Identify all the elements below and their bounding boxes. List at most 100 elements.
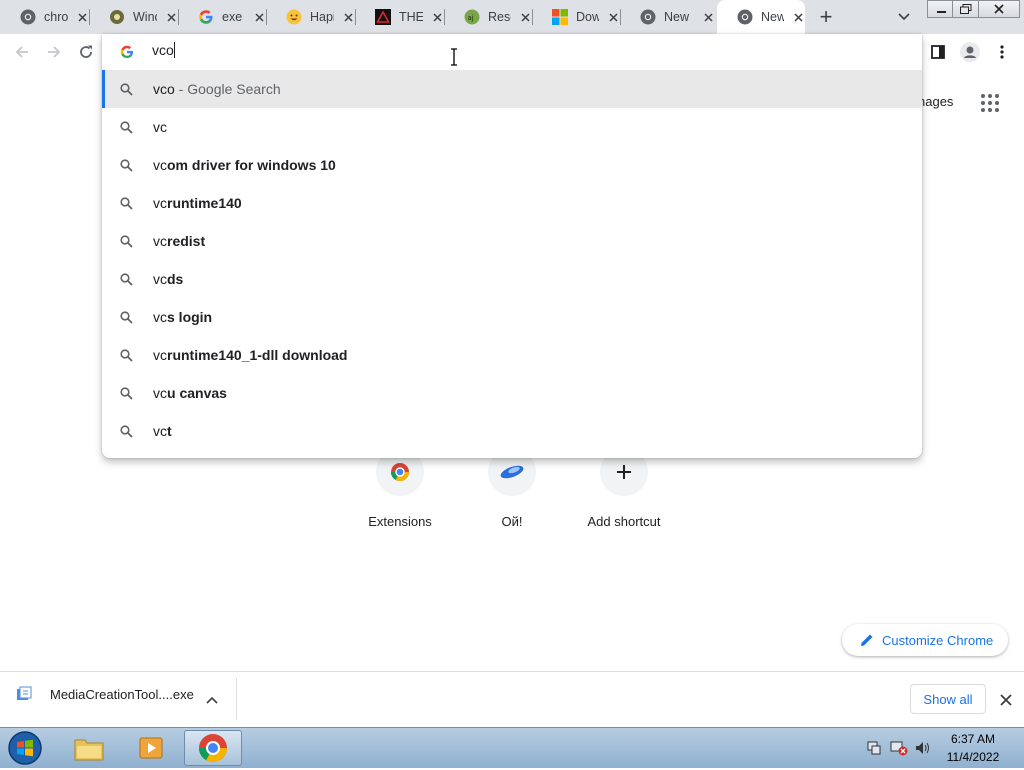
- text-caret: [173, 42, 175, 58]
- tab-title: New: [761, 10, 784, 24]
- clock-time[interactable]: 6:37 AM: [942, 732, 1004, 746]
- download-options-button[interactable]: [204, 692, 220, 708]
- add-shortcut-button[interactable]: Add shortcut: [574, 448, 674, 529]
- tab-separator: [532, 9, 533, 25]
- suggestion-row[interactable]: vcruntime140: [102, 184, 922, 222]
- tab-separator: [89, 9, 90, 25]
- tab-0[interactable]: chro: [0, 0, 89, 34]
- suggestion-row[interactable]: vcruntime140_1-dll download: [102, 336, 922, 374]
- download-shelf: MediaCreationTool....exe Show all: [0, 671, 1024, 728]
- shortcut-oi[interactable]: Ой!: [462, 448, 562, 529]
- close-tab-button[interactable]: [519, 9, 532, 25]
- pencil-icon: [861, 634, 873, 646]
- search-icon: [118, 81, 134, 97]
- clock-date[interactable]: 11/4/2022: [942, 750, 1004, 764]
- tab-5[interactable]: aj Resc: [444, 0, 532, 34]
- suggestion-text: vco - Google Search: [153, 81, 281, 97]
- suggestion-text: vcruntime140: [153, 195, 242, 211]
- minimize-button[interactable]: [927, 0, 955, 18]
- reload-button[interactable]: [74, 40, 98, 64]
- download-item[interactable]: MediaCreationTool....exe: [16, 686, 194, 702]
- tab-title: New: [664, 10, 690, 24]
- close-tab-button[interactable]: [700, 9, 716, 25]
- tab-3[interactable]: Hapi: [266, 0, 355, 34]
- search-icon: [118, 309, 134, 325]
- omnibox-input-row[interactable]: vco: [102, 34, 922, 70]
- show-all-downloads-button[interactable]: Show all: [910, 684, 986, 714]
- profile-button[interactable]: [958, 40, 982, 64]
- google-apps-button[interactable]: [980, 93, 1000, 113]
- divider: [236, 678, 237, 720]
- tab-search-button[interactable]: [894, 7, 914, 27]
- tab-6[interactable]: Dow: [532, 0, 620, 34]
- suggestion-row[interactable]: vc: [102, 108, 922, 146]
- tab-title: Dow: [576, 10, 599, 24]
- chevron-up-icon: [206, 696, 218, 704]
- suggestion-row[interactable]: vcs login: [102, 298, 922, 336]
- customize-chrome-button[interactable]: Customize Chrome: [842, 624, 1008, 656]
- installer-file-icon: [17, 686, 32, 700]
- customize-label: Customize Chrome: [882, 632, 994, 648]
- tab-1[interactable]: Winc: [89, 0, 178, 34]
- suggestion-text: vcredist: [153, 233, 205, 249]
- close-tab-button[interactable]: [607, 9, 620, 25]
- chrome-icon: [640, 9, 656, 25]
- suggestion-row[interactable]: vcu canvas: [102, 374, 922, 412]
- network-disconnected-icon[interactable]: [890, 740, 908, 756]
- close-tab-button[interactable]: [792, 9, 805, 25]
- svg-text:aj: aj: [468, 14, 474, 22]
- search-icon: [118, 423, 134, 439]
- images-link[interactable]: nages: [918, 94, 953, 109]
- tab-8[interactable]: New: [717, 0, 805, 34]
- suggestion-typed: vc: [153, 271, 167, 287]
- suggestion-completion: runtime140_1-dll download: [167, 347, 348, 363]
- suggestion-text: vcom driver for windows 10: [153, 157, 336, 173]
- search-icon: [118, 195, 134, 211]
- close-tab-button[interactable]: [431, 9, 444, 25]
- suggestion-row[interactable]: vct: [102, 412, 922, 450]
- suggestion-typed: vc: [153, 423, 167, 439]
- tab-title: Hapi: [310, 10, 334, 24]
- action-center-icon[interactable]: [866, 740, 882, 756]
- suggestion-row[interactable]: vcom driver for windows 10: [102, 146, 922, 184]
- menu-button[interactable]: [990, 40, 1014, 64]
- forward-button[interactable]: [42, 40, 66, 64]
- close-shelf-button[interactable]: [996, 690, 1016, 710]
- new-tab-button[interactable]: +: [814, 4, 838, 29]
- tab-7[interactable]: New: [620, 0, 717, 34]
- suggestion-completion: s login: [167, 309, 213, 325]
- suggestion-text: vct: [153, 423, 172, 439]
- suggestion-typed: vc: [153, 309, 167, 325]
- close-tab-button[interactable]: [165, 9, 178, 25]
- close-window-button[interactable]: [978, 0, 1020, 18]
- taskbar-chrome[interactable]: [184, 730, 242, 766]
- taskbar-file-explorer[interactable]: [60, 730, 118, 766]
- taskbar-media-player[interactable]: [122, 730, 180, 766]
- side-panel-button[interactable]: [926, 40, 950, 64]
- close-icon: [1000, 694, 1012, 706]
- tab-2[interactable]: exe d: [178, 0, 266, 34]
- suggestion-typed: vc: [153, 385, 167, 401]
- shortcut-extensions[interactable]: Extensions: [350, 448, 450, 529]
- suggestion-typed: vc: [153, 347, 167, 363]
- close-tab-button[interactable]: [76, 9, 89, 25]
- suggestion-completion: redist: [167, 233, 206, 249]
- suggestion-suffix: - Google Search: [174, 81, 281, 97]
- shortcut-label: Extensions: [368, 514, 432, 529]
- omnibox-input[interactable]: vco: [152, 42, 175, 58]
- emoji-icon: [286, 9, 302, 25]
- suggestion-row[interactable]: vcds: [102, 260, 922, 298]
- suggestion-text: vc: [153, 119, 167, 135]
- close-tab-button[interactable]: [253, 9, 266, 25]
- tab-4[interactable]: THE: [355, 0, 444, 34]
- tab-title: exe d: [222, 10, 245, 24]
- restore-button[interactable]: [952, 0, 980, 18]
- suggestion-completion: u canvas: [167, 385, 227, 401]
- volume-icon[interactable]: [914, 740, 932, 756]
- suggestion-row[interactable]: vcredist: [102, 222, 922, 260]
- suggestion-row[interactable]: vco - Google Search: [102, 70, 922, 108]
- tab-separator: [620, 9, 621, 25]
- start-button[interactable]: [4, 729, 46, 767]
- close-tab-button[interactable]: [342, 9, 355, 25]
- back-button[interactable]: [10, 40, 34, 64]
